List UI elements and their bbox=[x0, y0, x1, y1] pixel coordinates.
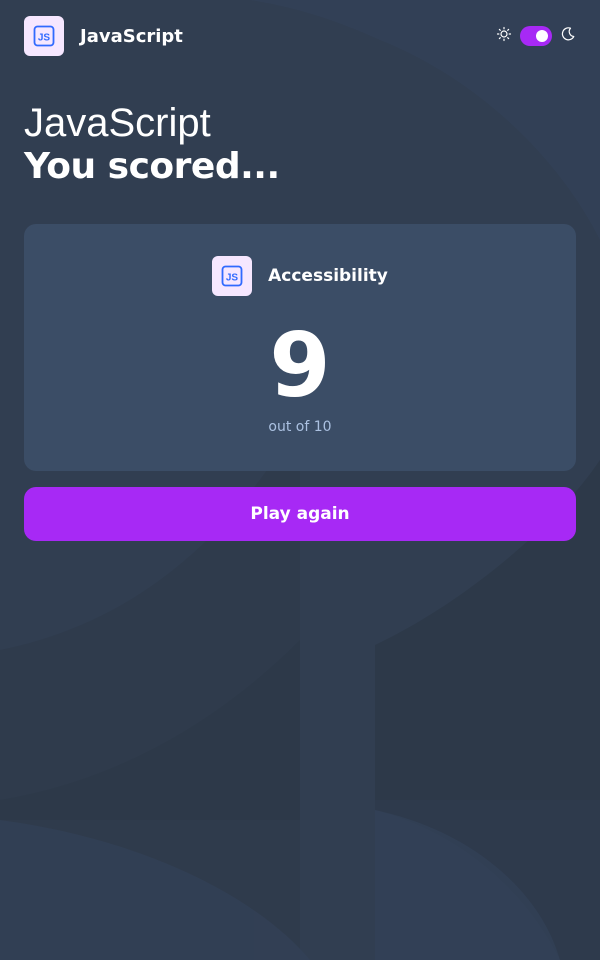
quiz-title: JavaScript bbox=[24, 101, 211, 145]
svg-text:JS: JS bbox=[226, 273, 239, 284]
score-card: JS Accessibility 9 out of 10 bbox=[24, 224, 576, 471]
toggle-knob bbox=[536, 30, 548, 42]
subject-title: JavaScript bbox=[80, 25, 183, 47]
current-subject: JS JavaScript bbox=[24, 16, 183, 56]
results-heading: JavaScript You scored... bbox=[24, 100, 576, 188]
results-page: JS JavaScript JavaScript You scored... J… bbox=[0, 0, 600, 960]
card-subject: JS Accessibility bbox=[24, 256, 576, 296]
score-total: out of 10 bbox=[268, 419, 332, 435]
you-scored-text: You scored... bbox=[24, 146, 280, 187]
play-again-button[interactable]: Play again bbox=[24, 487, 576, 541]
score-number: 9 bbox=[269, 314, 331, 417]
top-bar: JS JavaScript bbox=[24, 16, 576, 56]
svg-text:JS: JS bbox=[38, 33, 51, 44]
dark-mode-switch[interactable] bbox=[520, 26, 552, 46]
javascript-icon: JS bbox=[212, 256, 253, 296]
sun-icon bbox=[496, 26, 512, 46]
theme-toggle bbox=[496, 26, 576, 46]
javascript-icon: JS bbox=[24, 16, 64, 56]
moon-icon bbox=[560, 26, 576, 46]
card-subject-label: Accessibility bbox=[268, 266, 388, 286]
